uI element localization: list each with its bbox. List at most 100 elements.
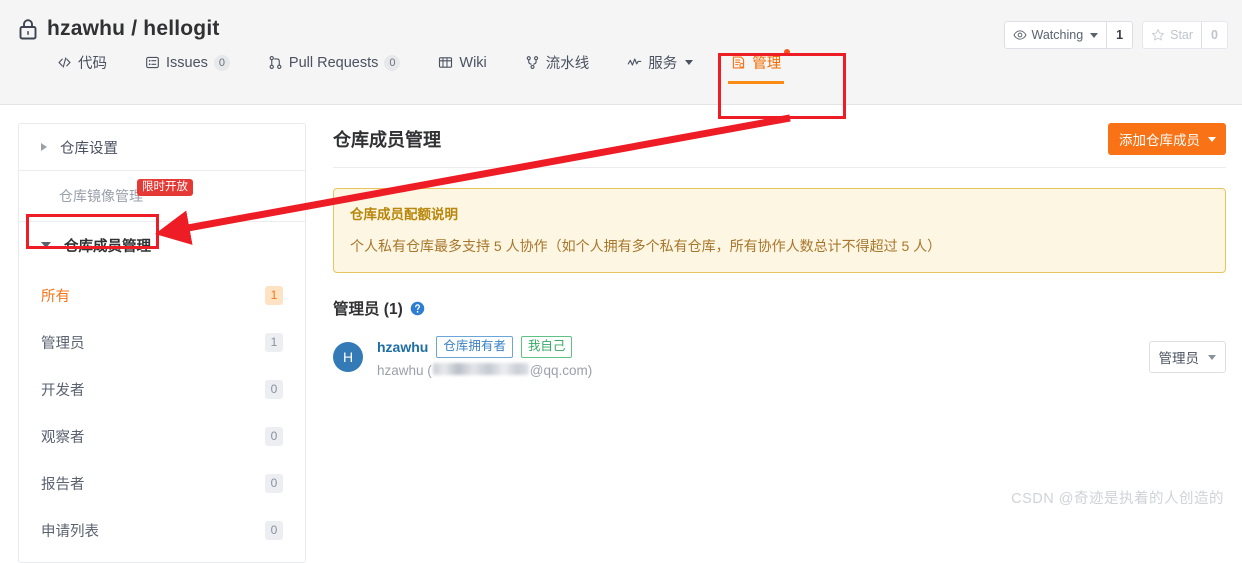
quota-notice-text: 个人私有仓库最多支持 5 人协作（如个人拥有多个私有仓库，所有协作人数总计不得超… [350,238,942,254]
eye-icon [1013,30,1026,40]
sidebar-count-admin: 1 [265,333,283,352]
sidebar-section-mirror: 仓库镜像管理 限时开放 [19,171,305,222]
sidebar-count-applications: 0 [265,521,283,540]
nav-item-pull-requests[interactable]: Pull Requests 0 [249,41,419,84]
pull-request-icon [269,55,282,69]
nav-item-code[interactable]: 代码 [38,41,126,84]
nav-label-service: 服务 [648,56,678,72]
sidebar: 仓库设置 仓库镜像管理 限时开放 仓库成员管理 所有 1 管理员 1 开发者 0… [18,123,306,563]
sidebar-label-all: 所有 [41,289,70,305]
manage-icon [733,56,745,69]
admin-section-label: 管理员 (1) [333,301,403,318]
sidebar-item-applications[interactable]: 申请列表 0 [19,507,305,554]
main-header: 仓库成员管理 添加仓库成员 [333,123,1226,168]
chevron-down-icon [1090,32,1099,38]
sidebar-item-reporter[interactable]: 报告者 0 [19,460,305,507]
repo-header: hzawhu / hellogit Watching 1 Star 0 代码 I… [0,0,1242,105]
member-role-label: 管理员 [1158,351,1200,366]
member-row: H hzawhu 仓库拥有者 我自己 hzawhu ( @qq.com) 管理员 [333,335,1226,379]
sidebar-label-mirror-management: 仓库镜像管理 [59,188,143,204]
nav-item-manage[interactable]: 管理 [712,41,800,84]
watermark: CSDN @奇迹是执着的人创造的 [1011,491,1224,507]
add-member-button[interactable]: 添加仓库成员 [1108,123,1226,155]
sidebar-label-admin: 管理员 [41,336,85,352]
sidebar-label-member-management: 仓库成员管理 [64,238,151,255]
sidebar-section-settings: 仓库设置 [19,124,305,171]
nav-count-issues: 0 [213,54,230,71]
sidebar-item-mirror-management[interactable]: 仓库镜像管理 限时开放 [19,171,305,221]
nav-item-issues[interactable]: Issues 0 [126,41,249,84]
star-button-main[interactable]: Star [1143,22,1201,48]
nav-item-service[interactable]: 服务 [608,41,712,84]
nav-label-pipeline: 流水线 [545,56,590,72]
watch-button[interactable]: Watching 1 [1003,21,1134,49]
admin-section-title: 管理员 (1) [333,297,1226,319]
issues-icon [146,56,159,69]
avatar[interactable]: H [333,342,363,372]
quota-notice-title: 仓库成员配额说明 [350,207,458,222]
redacted-email-icon [432,363,529,376]
page-title: hzawhu / hellogit [47,17,220,40]
tag-repo-owner: 仓库拥有者 [436,336,513,358]
sidebar-count-observer: 0 [265,427,283,446]
star-icon [1152,29,1165,41]
chevron-down-icon [41,242,51,248]
sidebar-item-all[interactable]: 所有 1 [19,272,305,319]
help-circle-icon[interactable] [410,301,425,316]
member-role-dropdown[interactable]: 管理员 [1148,341,1226,373]
nav-item-pipeline[interactable]: 流水线 [506,41,609,84]
star-count[interactable]: 0 [1201,22,1227,48]
header-actions: Watching 1 Star 0 [1003,21,1228,49]
code-icon [58,57,71,68]
sidebar-item-member-management[interactable]: 仓库成员管理 [19,222,305,268]
sidebar-count-all: 1 [265,286,283,305]
active-tab-underline [728,81,785,84]
sidebar-label-developer: 开发者 [41,383,85,399]
sidebar-section-members: 仓库成员管理 所有 1 管理员 1 开发者 0 观察者 0 报告者 0 申请列表… [19,222,305,562]
chevron-down-icon [1208,354,1216,360]
pipeline-icon [526,56,538,69]
service-icon [628,58,642,66]
lock-icon [19,19,37,40]
member-email-line: hzawhu ( @qq.com) [377,363,1149,378]
nav-label-manage: 管理 [752,56,782,72]
member-info: hzawhu 仓库拥有者 我自己 hzawhu ( @qq.com) [377,336,1149,378]
quota-notice: 仓库成员配额说明 个人私有仓库最多支持 5 人协作（如个人拥有多个私有仓库，所有… [333,188,1226,273]
member-name[interactable]: hzawhu [377,339,428,355]
sidebar-item-repo-settings[interactable]: 仓库设置 [19,124,305,170]
nav-label-issues: Issues [166,54,208,71]
main-title: 仓库成员管理 [333,130,441,150]
member-email-prefix: hzawhu ( [377,362,432,378]
nav-count-pull-requests: 0 [384,54,401,71]
watch-button-main[interactable]: Watching [1005,22,1107,48]
member-name-line: hzawhu 仓库拥有者 我自己 [377,336,1149,358]
nav-label-wiki: Wiki [459,54,487,71]
chevron-down-icon [1208,136,1216,142]
watch-label: Watching [1031,28,1084,42]
add-member-label: 添加仓库成员 [1119,133,1200,148]
sidebar-label-observer: 观察者 [41,430,85,446]
tag-myself: 我自己 [520,336,573,358]
nav-label-code: 代码 [78,56,107,72]
nav-item-wiki[interactable]: Wiki [419,41,505,84]
watch-count[interactable]: 1 [1106,22,1133,48]
sidebar-count-reporter: 0 [265,474,283,493]
main-content: 仓库成员管理 添加仓库成员 仓库成员配额说明 个人私有仓库最多支持 5 人协作（… [306,123,1226,379]
wiki-icon [439,57,453,68]
sidebar-label-repo-settings: 仓库设置 [60,140,118,157]
sidebar-item-admin[interactable]: 管理员 1 [19,319,305,366]
chevron-down-icon [685,60,694,65]
chevron-right-icon [41,143,47,151]
sidebar-label-applications: 申请列表 [41,524,99,540]
sidebar-item-developer[interactable]: 开发者 0 [19,366,305,413]
sidebar-label-reporter: 报告者 [41,477,85,493]
sidebar-member-links: 所有 1 管理员 1 开发者 0 观察者 0 报告者 0 申请列表 0 [19,268,305,562]
star-button[interactable]: Star 0 [1142,21,1228,49]
star-label: Star [1170,28,1194,42]
limited-time-badge: 限时开放 [137,179,193,196]
nav-label-pull-requests: Pull Requests [288,54,379,71]
sidebar-count-developer: 0 [265,380,283,399]
member-email-suffix: @qq.com) [529,362,593,378]
notification-dot-icon [784,49,791,55]
sidebar-item-observer[interactable]: 观察者 0 [19,413,305,460]
